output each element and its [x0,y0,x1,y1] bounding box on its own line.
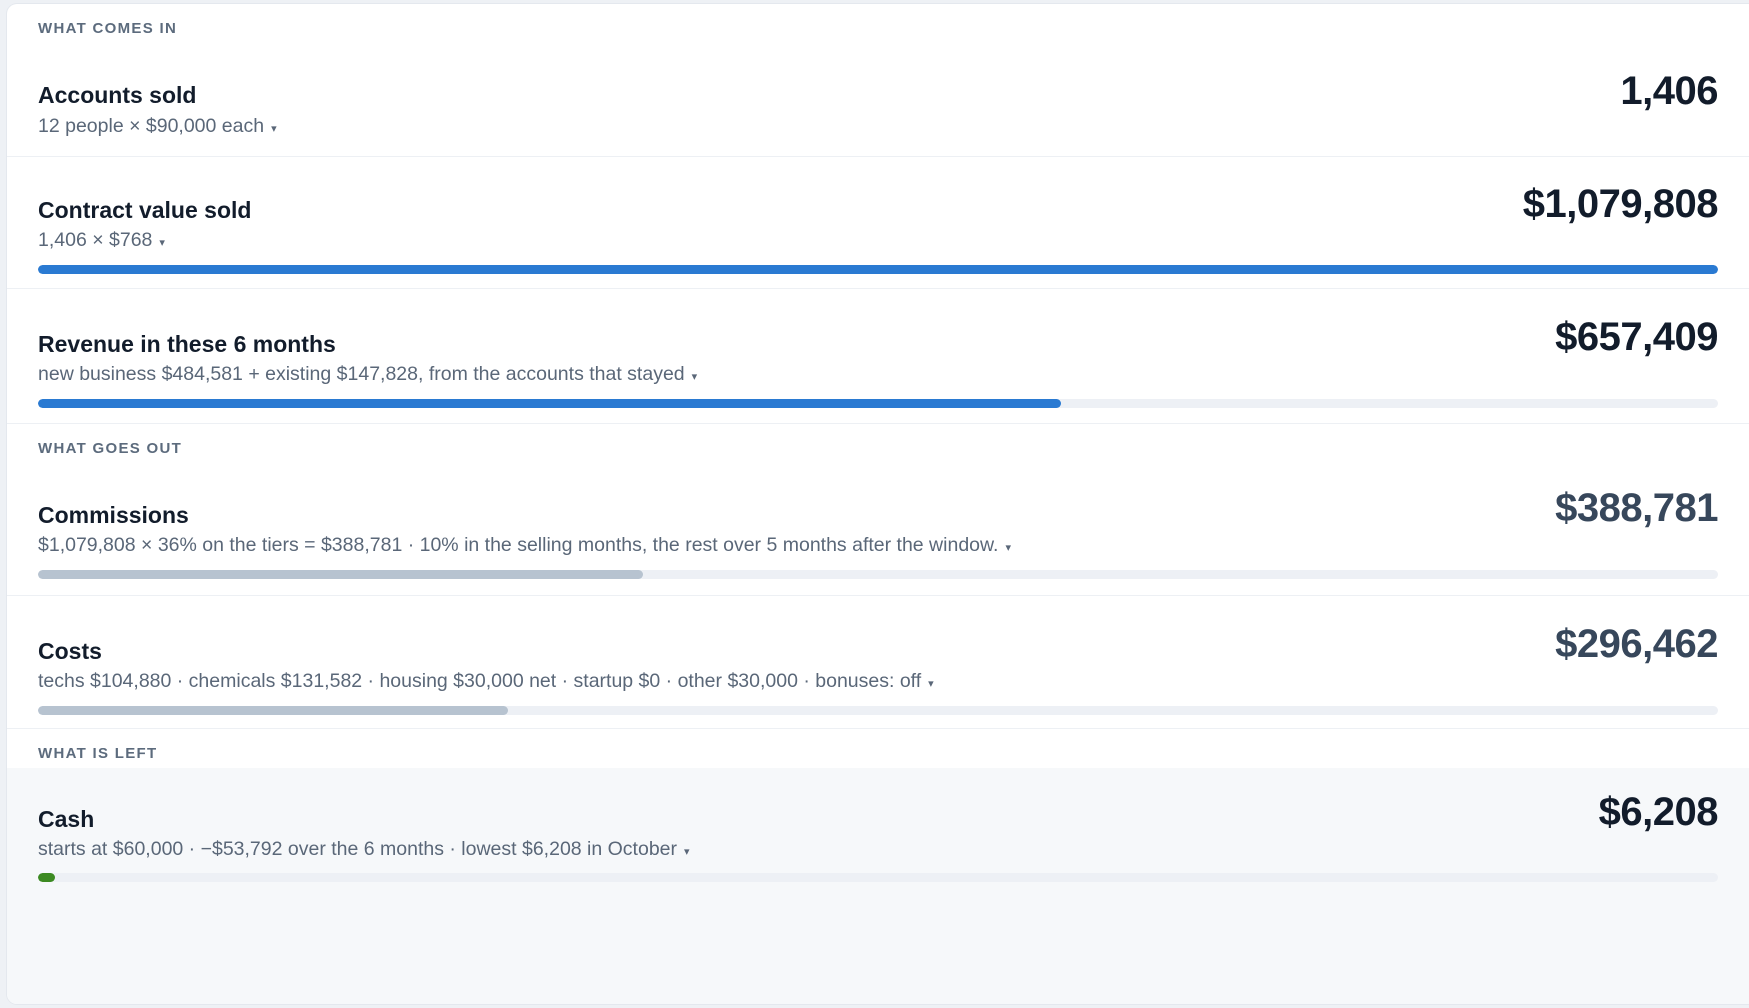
row-label: Revenue in these 6 months [38,331,336,357]
pnl-card: WHAT COMES IN Accounts sold 12 people × … [7,4,1749,1004]
row-label: Contract value sold [38,197,252,223]
row-detail-text: techs $104,880 · chemicals $131,582 · ho… [38,670,922,692]
row-value: $388,781 [1555,486,1718,530]
chevron-down-icon[interactable]: ▾ [1005,542,1011,554]
row-accounts-sold: Accounts sold 12 people × $90,000 each ▾ … [7,49,1749,156]
progress-fill [38,873,56,882]
row-detail-text: 1,406 × $768 [38,229,153,251]
section-heading-comes-in: WHAT COMES IN [38,20,178,37]
row-label: Cash [38,806,95,832]
progress-fill [38,570,643,579]
row-costs: Costs techs $104,880 · chemicals $131,58… [7,595,1749,729]
chevron-down-icon[interactable]: ▾ [271,123,277,135]
row-detail-text: $1,079,808 × 36% on the tiers = $388,781… [38,534,999,556]
row-contract-value: Contract value sold 1,406 × $768 ▾ $1,079… [7,156,1749,289]
row-label: Accounts sold [38,82,197,108]
progress-fill [38,706,509,715]
progress-fill [38,399,1062,408]
row-detail[interactable]: 12 people × $90,000 each ▾ [38,115,277,138]
row-value: $296,462 [1555,622,1718,666]
row-label: Costs [38,638,102,664]
row-detail[interactable]: techs $104,880 · chemicals $131,582 · ho… [38,670,934,693]
row-value: 1,406 [1620,69,1718,113]
progress-track [38,265,1718,274]
row-detail-text: 12 people × $90,000 each [38,115,265,137]
row-value: $657,409 [1555,315,1718,359]
chevron-down-icon[interactable]: ▾ [684,846,690,858]
row-detail[interactable]: $1,079,808 × 36% on the tiers = $388,781… [38,534,1011,557]
row-detail[interactable]: 1,406 × $768 ▾ [38,229,165,252]
section-heading-is-left: WHAT IS LEFT [7,728,1749,773]
row-detail[interactable]: starts at $60,000 · −$53,792 over the 6 … [38,838,690,861]
progress-track [38,706,1718,715]
row-detail-text: new business $484,581 + existing $147,82… [38,363,685,385]
chevron-down-icon[interactable]: ▾ [928,678,934,690]
row-detail-text: starts at $60,000 · −$53,792 over the 6 … [38,838,678,860]
progress-track [38,399,1718,408]
chevron-down-icon[interactable]: ▾ [692,371,698,383]
row-commissions: Commissions $1,079,808 × 36% on the tier… [7,471,1749,595]
section-heading-goes-out: WHAT GOES OUT [7,423,1749,472]
row-value: $1,079,808 [1522,182,1719,226]
row-detail[interactable]: new business $484,581 + existing $147,82… [38,363,697,386]
progress-fill [38,265,1718,274]
progress-track [38,873,1718,882]
row-value: $6,208 [1598,790,1719,834]
progress-track [38,570,1718,579]
chevron-down-icon[interactable]: ▾ [159,237,165,249]
row-cash: Cash starts at $60,000 · −$53,792 over t… [7,768,1749,1004]
row-revenue: Revenue in these 6 months new business $… [7,288,1749,424]
row-label: Commissions [38,502,189,528]
